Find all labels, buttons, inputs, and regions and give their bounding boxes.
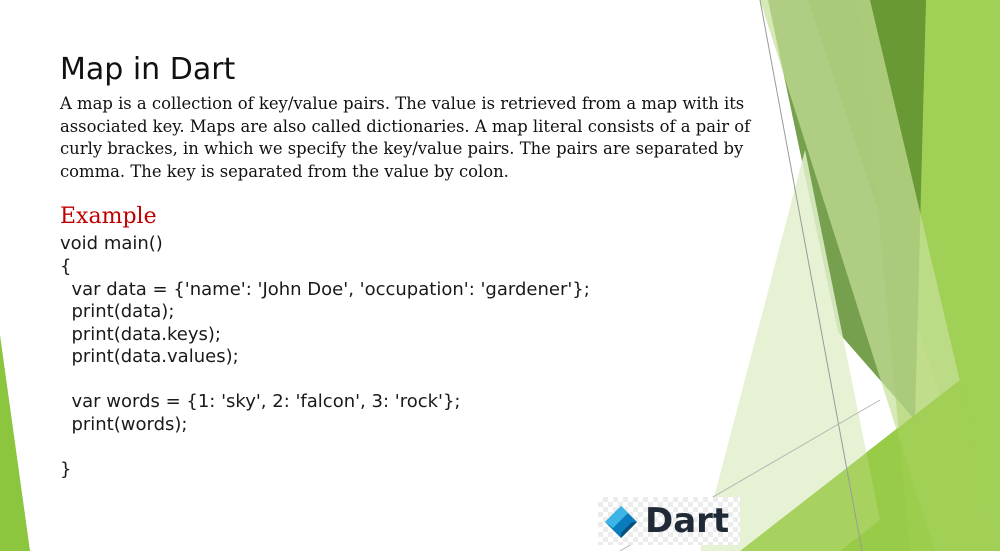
code-line: print(words); [60, 414, 188, 435]
code-line: var words = {1: 'sky', 2: 'falcon', 3: '… [60, 391, 461, 412]
code-line: void main() [60, 233, 163, 254]
code-line: print(data.values); [60, 346, 239, 367]
slide-title: Map in Dart [60, 52, 236, 87]
description-line: comma. The key is separated from the val… [60, 161, 509, 181]
dart-logo: Dart [598, 497, 740, 545]
code-line: } [60, 459, 72, 480]
code-line: { [60, 256, 72, 277]
description: A map is a collection of key/value pairs… [60, 93, 760, 183]
code-line: print(data.keys); [60, 324, 221, 345]
dart-logo-icon [605, 506, 637, 538]
code-line: print(data); [60, 301, 175, 322]
description-line: curly brackes, in which we specify the k… [60, 139, 744, 158]
slide: Map in Dart A map is a collection of key… [0, 0, 1000, 551]
description-line: associated key. Maps are also called dic… [60, 116, 751, 136]
code-line: var data = {'name': 'John Doe', 'occupat… [60, 279, 590, 300]
dart-logo-text: Dart [645, 501, 730, 541]
description-line: A map is a collection of key/value pairs… [60, 94, 745, 113]
left-green-shard [0, 335, 30, 551]
example-heading: Example [60, 204, 157, 229]
